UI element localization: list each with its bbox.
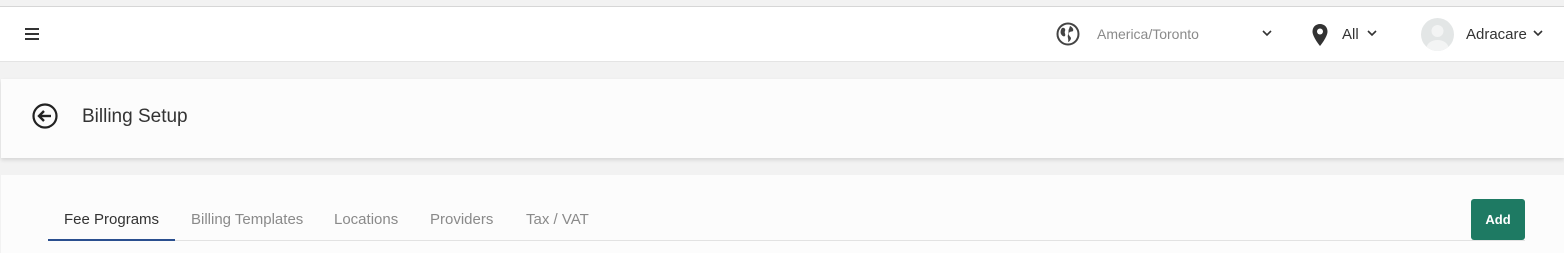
tab-fee-programs[interactable]: Fee Programs	[64, 211, 159, 228]
active-tab-indicator	[48, 239, 175, 241]
user-silhouette-icon	[1426, 25, 1449, 51]
top-navbar: America/Toronto All Adracare	[0, 7, 1564, 62]
user-name[interactable]: Adracare	[1466, 26, 1527, 43]
map-pin-icon	[1312, 24, 1328, 46]
chevron-down-icon[interactable]	[1261, 26, 1273, 40]
tab-locations[interactable]: Locations	[334, 211, 398, 228]
tabs-divider	[48, 240, 1525, 241]
globe-icon	[1056, 22, 1080, 46]
tab-providers[interactable]: Providers	[430, 211, 493, 228]
tab-billing-templates[interactable]: Billing Templates	[191, 211, 303, 228]
page-header-card: Billing Setup	[1, 79, 1564, 158]
page-title: Billing Setup	[82, 106, 188, 127]
tab-tax-vat[interactable]: Tax / VAT	[526, 211, 589, 228]
billing-tabs-card: Fee Programs Billing Templates Locations…	[1, 175, 1564, 253]
avatar[interactable]	[1421, 18, 1454, 51]
chevron-down-icon[interactable]	[1532, 26, 1544, 40]
timezone-value[interactable]: America/Toronto	[1097, 26, 1199, 42]
chevron-down-icon[interactable]	[1366, 26, 1378, 40]
hamburger-menu-icon[interactable]	[25, 28, 39, 40]
location-filter-value[interactable]: All	[1342, 26, 1359, 43]
add-button[interactable]: Add	[1471, 199, 1525, 240]
arrow-left-circle-icon[interactable]	[31, 102, 59, 130]
